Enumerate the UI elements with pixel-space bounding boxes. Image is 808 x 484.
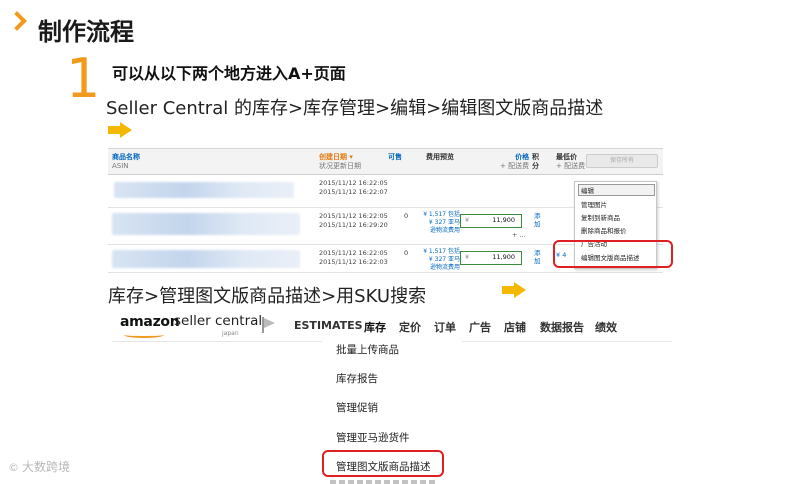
row-fee-link[interactable]: ¥ 1,517 包括 ¥ 327 亚马 逊物流费用 — [418, 248, 460, 272]
path-text-2: 库存>管理图文版商品描述>用SKU搜索 — [108, 286, 427, 307]
arrow-right-icon — [108, 122, 132, 138]
highlight-box — [322, 450, 444, 477]
header-created-date[interactable]: 创建日期 ▾ 状况更新日期 — [319, 153, 361, 171]
row-available: 0 — [404, 212, 409, 220]
row-dates: 2015/11/12 16:22:05 2015/11/12 16:22:03 — [319, 249, 388, 266]
blurred-product — [112, 250, 300, 268]
blurred-product — [114, 182, 294, 198]
nav-inventory[interactable]: 库存 — [362, 319, 388, 343]
nav-orders[interactable]: 订单 — [434, 319, 456, 335]
row-dates: 2015/11/12 16:22:05 2015/11/12 16:22:07 — [319, 179, 388, 196]
slide-title: 制作流程 — [38, 18, 134, 46]
menu-item-shipments[interactable]: 管理亚马逊货件 — [336, 430, 410, 445]
row-fee-link[interactable]: ¥ 1,517 包括 ¥ 327 亚马 逊物流费用 — [418, 211, 460, 235]
nav-advertising[interactable]: 广告 — [469, 319, 491, 335]
menu-cut-off — [330, 480, 436, 484]
arrow-right-icon — [502, 282, 526, 298]
more-link[interactable]: + ... — [512, 231, 526, 239]
header-points: 积 分 — [532, 153, 539, 170]
table-header: 商品名称 ASIN 创建日期 ▾ 状况更新日期 可售 费用预览 价格 + 配送费… — [108, 149, 663, 175]
logo-subtitle: seller central — [174, 313, 263, 329]
header-fee-preview: 费用预览 — [426, 153, 454, 161]
amazon-logo[interactable]: amazon — [120, 314, 180, 330]
highlight-box — [553, 240, 673, 268]
step-number: 1 — [66, 47, 101, 110]
header-price[interactable]: 价格 + 配送费 — [500, 153, 529, 171]
price-input[interactable]: ¥ 11,900 — [460, 214, 522, 228]
menu-item-bulk-upload[interactable]: 批量上传商品 — [336, 342, 399, 357]
save-all-button[interactable]: 保存所有 — [586, 154, 658, 168]
chevron-right-icon — [7, 11, 27, 31]
row-available: 0 — [404, 249, 409, 257]
nav-estimates[interactable]: ESTIMATES — [294, 319, 363, 332]
watermark: © 大数跨境 — [8, 460, 71, 474]
logo-region: japan — [222, 330, 239, 337]
header-lowest-price: 最低价 + 配送费 — [556, 153, 586, 170]
menu-item-inventory-report[interactable]: 库存报告 — [336, 371, 378, 386]
flag-icon[interactable] — [262, 317, 276, 333]
dropdown-item-manage-images[interactable]: 管理图片 — [581, 201, 607, 209]
dropdown-item-edit[interactable]: 编辑 — [581, 187, 594, 195]
menu-item-promotions[interactable]: 管理促销 — [336, 400, 378, 415]
nav-stores[interactable]: 店铺 — [504, 319, 526, 335]
watermark-icon: © — [8, 461, 19, 474]
path-text-1: Seller Central 的库存>库存管理>编辑>编辑图文版商品描述 — [106, 98, 604, 119]
add-link[interactable]: 添 加 — [534, 249, 541, 265]
dropdown-item-delete[interactable]: 删除商品和报价 — [581, 227, 627, 235]
header-product-name[interactable]: 商品名称 ASIN — [112, 153, 140, 171]
seller-central-nav: amazon seller central japan ESTIMATES 库存… — [112, 308, 672, 343]
dropdown-item-copy[interactable]: 复制到新商品 — [581, 214, 620, 222]
blurred-product — [112, 213, 300, 235]
price-input[interactable]: ¥ 11,900 — [460, 251, 522, 265]
add-link[interactable]: 添 加 — [534, 212, 541, 228]
step-title: 可以从以下两个地方进入A+页面 — [112, 64, 346, 83]
amazon-smile-icon — [124, 332, 164, 338]
header-available[interactable]: 可售 — [388, 153, 402, 162]
nav-performance[interactable]: 绩效 — [595, 319, 617, 335]
nav-reports[interactable]: 数据报告 — [540, 319, 584, 335]
row-dates: 2015/11/12 16:22:05 2015/11/12 16:29:20 — [319, 212, 388, 229]
nav-pricing[interactable]: 定价 — [399, 319, 421, 335]
